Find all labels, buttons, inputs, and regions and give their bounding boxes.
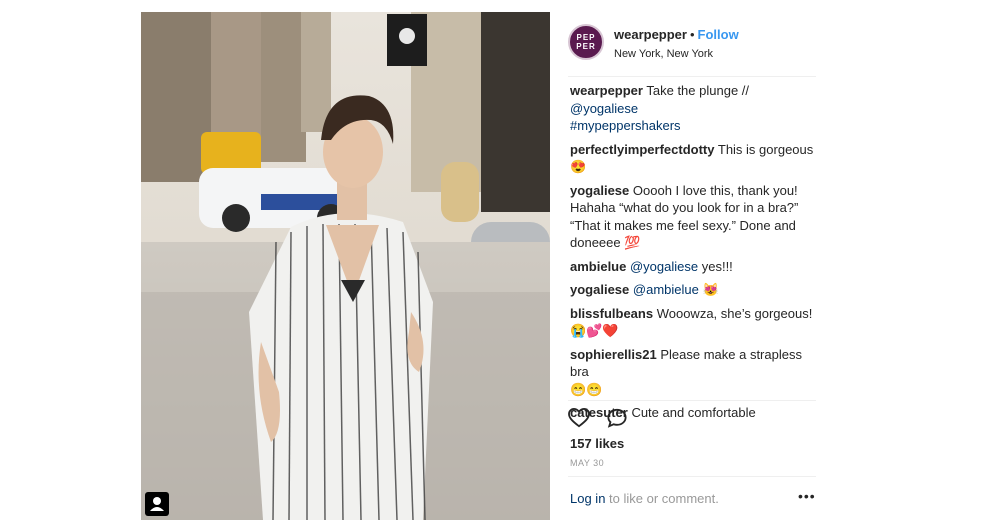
follow-button[interactable]: Follow bbox=[698, 27, 739, 42]
comment-mention[interactable]: @ambielue bbox=[633, 282, 699, 297]
comment-item: yogaliese @ambielue 😻 bbox=[570, 281, 816, 299]
header-divider bbox=[568, 76, 816, 77]
comment-username[interactable]: perfectlyimperfectdotty bbox=[570, 142, 714, 157]
user-tag-icon[interactable] bbox=[145, 492, 169, 516]
likes-count[interactable]: 157 likes bbox=[570, 436, 624, 451]
actions-divider bbox=[568, 400, 816, 401]
comment-text: Wooowza, she’s gorgeous! bbox=[656, 305, 813, 321]
comment-item: yogaliese Ooooh I love this, thank you! … bbox=[570, 182, 816, 252]
comment-emoji: 😍 bbox=[570, 159, 587, 174]
post-photo[interactable] bbox=[141, 12, 550, 520]
header-user-line: wearpepper • Follow bbox=[614, 27, 739, 42]
comment-item: perfectlyimperfectdotty This is gorgeous… bbox=[570, 141, 816, 176]
comment-text: Cute and comfortable bbox=[631, 405, 756, 420]
avatar-text-bottom: PER bbox=[576, 42, 596, 51]
avatar[interactable]: PEP PER bbox=[568, 24, 604, 60]
comment-emoji: 😻 bbox=[702, 282, 719, 297]
comment-emoji: 💯 bbox=[624, 235, 641, 250]
login-prompt: Log in to like or comment. bbox=[570, 491, 719, 506]
comment-text: This is gorgeous bbox=[717, 141, 814, 157]
more-options-icon[interactable]: ••• bbox=[798, 488, 816, 504]
comment-username[interactable]: yogaliese bbox=[570, 183, 629, 198]
post-header: PEP PER wearpepper • Follow New York, New … bbox=[568, 22, 816, 66]
comment-emoji: 😁😁 bbox=[570, 381, 603, 397]
login-link[interactable]: Log in bbox=[570, 491, 605, 506]
comment-mention[interactable]: @yogaliese bbox=[630, 259, 698, 274]
footer-divider bbox=[568, 476, 816, 477]
comment-item: blissfulbeans Wooowza, she’s gorgeous! 😭… bbox=[570, 305, 816, 340]
heart-icon[interactable] bbox=[568, 407, 590, 433]
comment-item: sophierellis21 Please make a strapless b… bbox=[570, 346, 816, 399]
location-link[interactable]: New York, New York bbox=[614, 48, 713, 60]
comment-username[interactable]: ambielue bbox=[570, 259, 626, 274]
comment-bubble-icon[interactable] bbox=[606, 408, 628, 433]
action-bar bbox=[568, 407, 640, 433]
header-username[interactable]: wearpepper bbox=[614, 27, 687, 42]
post-date[interactable]: MAY 30 bbox=[570, 458, 604, 468]
login-prompt-text: to like or comment. bbox=[605, 491, 719, 506]
caption-text: Take the plunge // bbox=[646, 83, 750, 98]
post-side-panel: PEP PER wearpepper • Follow New York, New … bbox=[550, 12, 816, 520]
caption-mention[interactable]: @yogaliese bbox=[570, 101, 638, 116]
avatar-text-top: PEP bbox=[576, 33, 596, 42]
comments-list: wearpepper Take the plunge // @yogaliese… bbox=[570, 82, 816, 428]
comment-emoji: 😭💕❤️ bbox=[570, 323, 619, 338]
comment-username[interactable]: sophierellis21 bbox=[570, 347, 657, 362]
comment-text: yes!!! bbox=[698, 258, 733, 274]
comment-item: ambielue @yogaliese yes!!! bbox=[570, 258, 816, 276]
caption: wearpepper Take the plunge // @yogaliese… bbox=[570, 82, 816, 135]
street-photo-illustration bbox=[141, 12, 550, 520]
comment-username[interactable]: blissfulbeans bbox=[570, 306, 653, 321]
header-separator: • bbox=[689, 27, 695, 42]
comment-username[interactable]: yogaliese bbox=[570, 282, 629, 297]
caption-username[interactable]: wearpepper bbox=[570, 83, 643, 98]
caption-hashtag[interactable]: #mypeppershakers bbox=[570, 117, 816, 135]
